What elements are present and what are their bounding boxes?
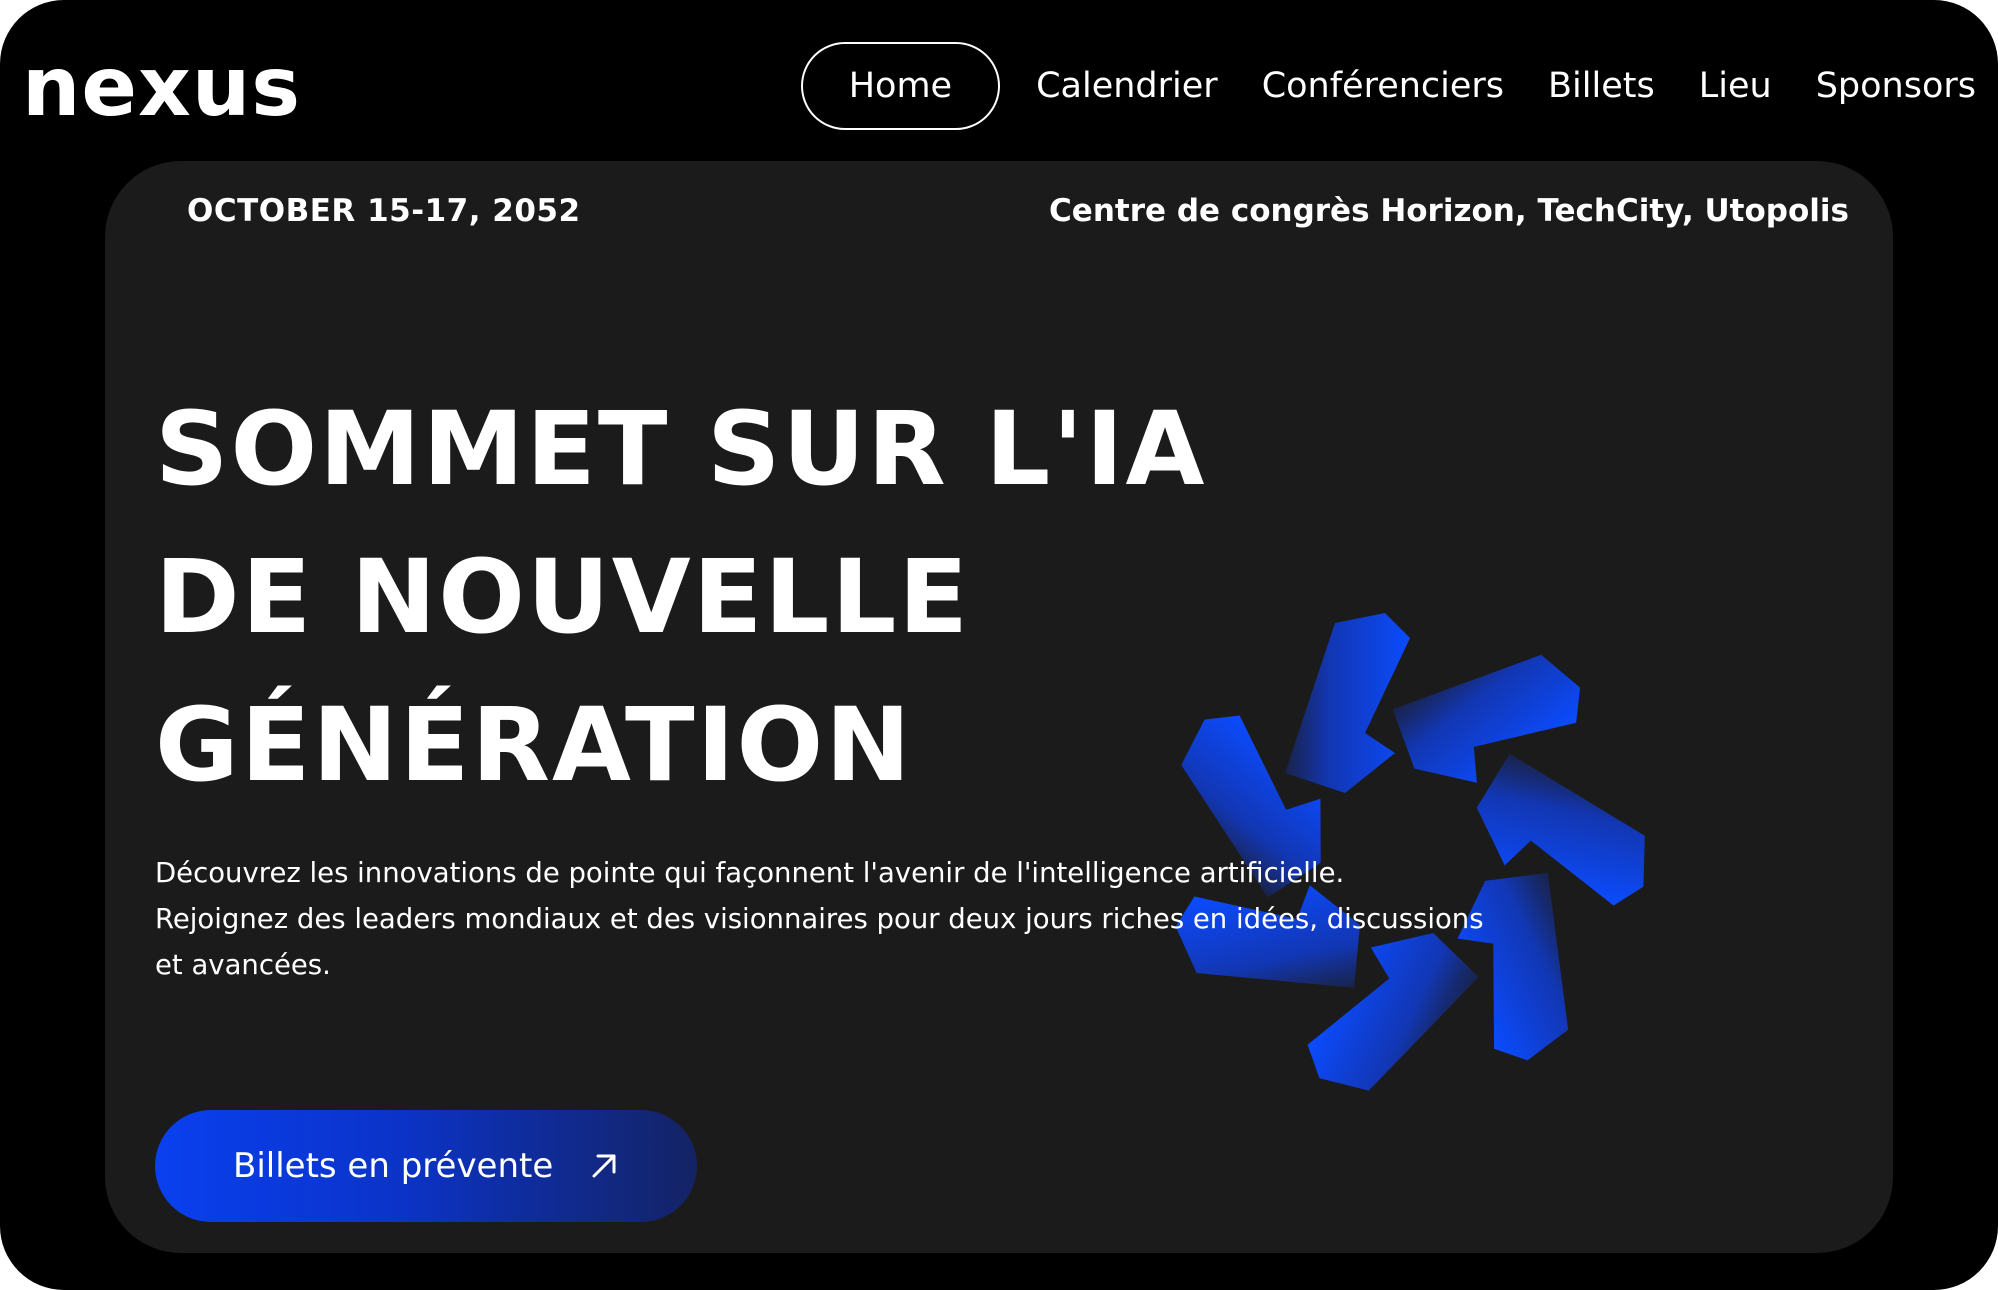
hero-title-line: SOMMET SUR L'IA bbox=[155, 390, 1207, 509]
event-date: OCTOBER 15-17, 2052 bbox=[187, 193, 581, 229]
page-frame: nexus Home Calendrier Conférenciers Bill… bbox=[0, 0, 1998, 1290]
hero-description: Découvrez les innovations de pointe qui … bbox=[155, 850, 1585, 988]
description-line: Rejoignez des leaders mondiaux et des vi… bbox=[155, 903, 1484, 935]
event-venue: Centre de congrès Horizon, TechCity, Uto… bbox=[1049, 193, 1849, 229]
presale-tickets-label: Billets en prévente bbox=[233, 1146, 554, 1186]
hero-title: SOMMET SUR L'IA DE NOUVELLE GÉNÉRATION bbox=[155, 376, 1206, 820]
nav-item-billets[interactable]: Billets bbox=[1548, 66, 1655, 106]
arrow-up-right-icon bbox=[592, 1154, 616, 1178]
nexus-logo[interactable]: nexus bbox=[22, 47, 301, 129]
nav-item-lieu[interactable]: Lieu bbox=[1699, 66, 1772, 106]
emblem-arm bbox=[1285, 613, 1410, 793]
nav-item-calendrier[interactable]: Calendrier bbox=[1036, 66, 1218, 106]
main-nav: Home Calendrier Conférenciers Billets Li… bbox=[800, 40, 1976, 132]
nav-item-conferenciers[interactable]: Conférenciers bbox=[1262, 66, 1504, 106]
hero-title-line: GÉNÉRATION bbox=[155, 686, 913, 805]
hero-card: OCTOBER 15-17, 2052 Centre de congrès Ho… bbox=[105, 161, 1893, 1253]
hero-title-line: DE NOUVELLE bbox=[155, 538, 971, 657]
description-line: Découvrez les innovations de pointe qui … bbox=[155, 857, 1345, 889]
presale-tickets-button[interactable]: Billets en prévente bbox=[155, 1110, 697, 1222]
nav-item-home[interactable]: Home bbox=[800, 42, 1001, 130]
nav-item-sponsors[interactable]: Sponsors bbox=[1816, 66, 1976, 106]
description-line: et avancées. bbox=[155, 949, 331, 981]
